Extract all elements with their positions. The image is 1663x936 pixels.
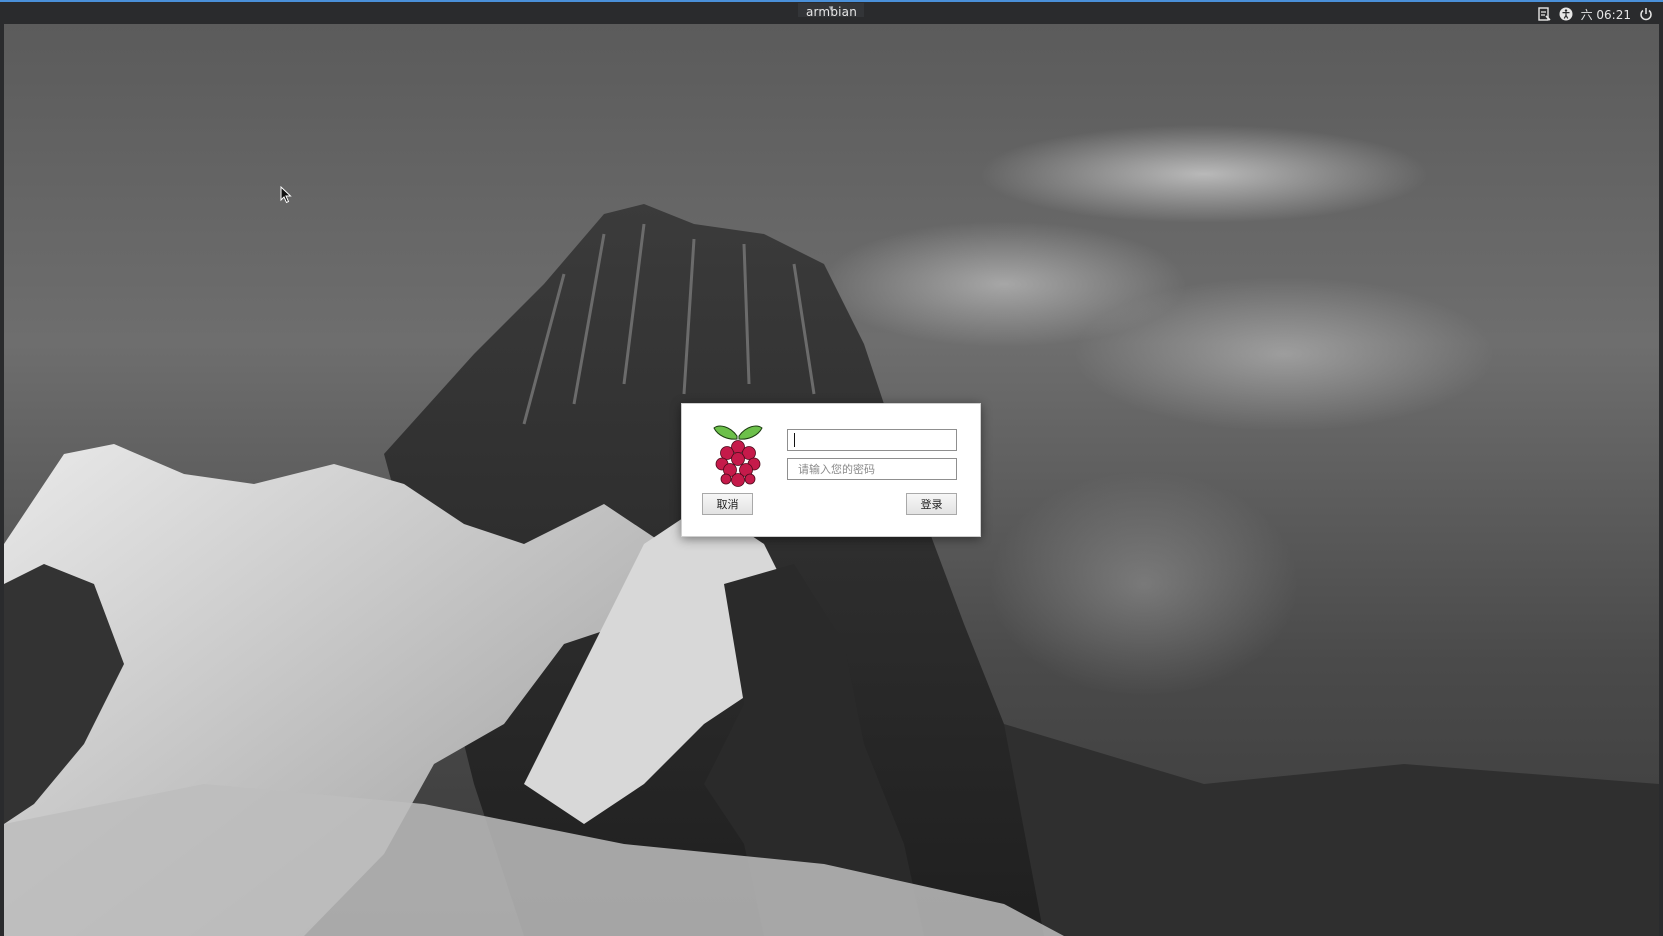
text-caret [794, 433, 795, 447]
hostname-title: armbian [805, 5, 858, 19]
screen-border-right [1659, 24, 1663, 936]
raspberry-pi-logo [713, 425, 763, 487]
cancel-button[interactable]: 取消 [702, 493, 753, 515]
power-icon[interactable] [1639, 7, 1653, 21]
login-button[interactable]: 登录 [906, 493, 957, 515]
clock[interactable]: 六 06:21 [1581, 6, 1631, 23]
accessibility-icon[interactable] [1559, 7, 1573, 21]
top-panel: ▾ armbian 六 06:21 [0, 0, 1663, 24]
login-dialog: 取消 登录 [681, 403, 981, 537]
screen-border-left [0, 24, 4, 936]
mouse-pointer-icon [280, 186, 292, 204]
keyboard-layout-icon[interactable] [1537, 7, 1551, 21]
username-input[interactable] [787, 429, 957, 451]
screen: ▾ armbian 六 06:21 取消 登录 [0, 0, 1663, 936]
password-input[interactable] [787, 458, 957, 480]
system-tray: 六 06:21 [1537, 5, 1653, 23]
